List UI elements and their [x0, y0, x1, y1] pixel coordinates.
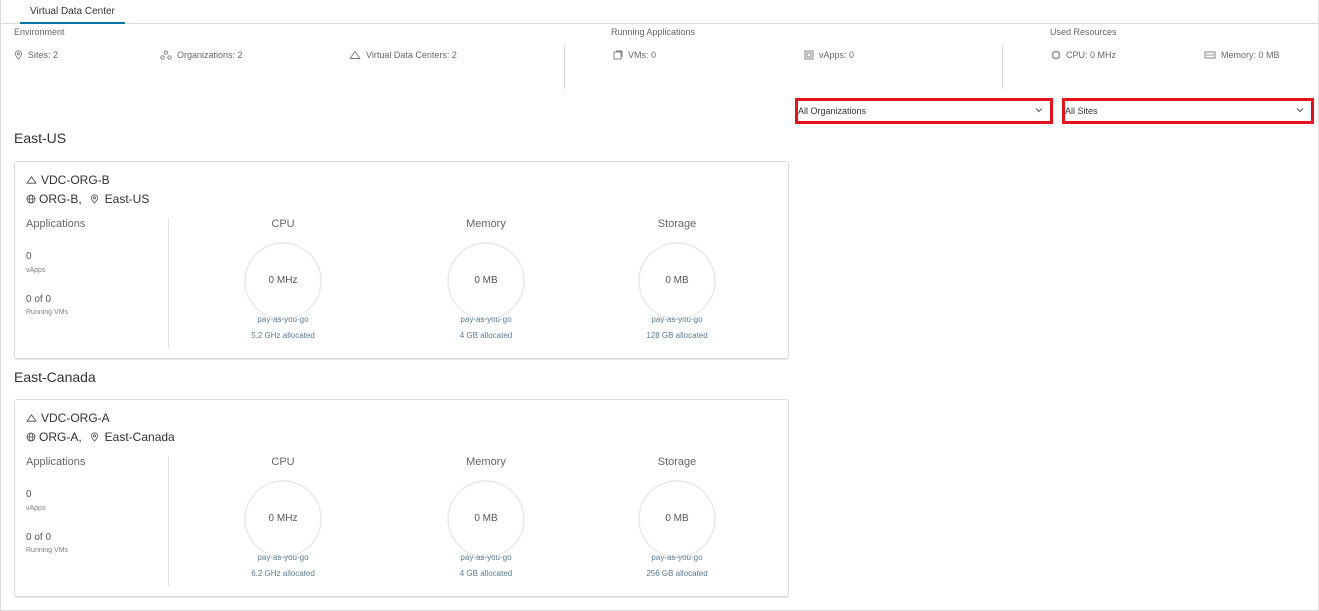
- summary-divider: [564, 45, 565, 89]
- region-title: East-US: [14, 130, 67, 146]
- storage-billing-model: pay-as-you-go: [651, 553, 703, 562]
- vapps-label: vApps: [26, 267, 46, 274]
- vdc-name: VDC-ORG-B: [26, 173, 110, 187]
- vdc-site: East-US: [90, 192, 150, 206]
- site-filter-select[interactable]: All Sites: [1062, 98, 1314, 124]
- card-divider: [168, 218, 169, 348]
- vdc-card[interactable]: VDC-ORG-B ORG-B, East-US Applications 0 …: [14, 161, 789, 359]
- tab-virtual-data-center[interactable]: Virtual Data Center: [20, 0, 125, 24]
- running-vms-label: Running VMs: [26, 309, 69, 316]
- vdc-site-label: East-US: [104, 192, 150, 206]
- cpu-heading: CPU: [271, 456, 295, 468]
- vapp-icon: [804, 50, 814, 60]
- running-vms-value: 0 of 0: [26, 294, 52, 305]
- organization-filter-select[interactable]: All Organizations: [795, 98, 1053, 124]
- cpu-heading: CPU: [271, 218, 295, 230]
- running-vms-value: 0 of 0: [26, 532, 52, 543]
- vdc-org-site: ORG-A, East-Canada: [26, 430, 175, 444]
- applications-heading: Applications: [26, 456, 86, 468]
- summary-divider: [1002, 45, 1003, 89]
- vdc-card[interactable]: VDC-ORG-A ORG-A, East-Canada Application…: [14, 399, 789, 597]
- memory-icon: [1204, 51, 1216, 59]
- tab-bar: Virtual Data Center: [1, 0, 1318, 24]
- vdc-site: East-Canada: [90, 430, 175, 444]
- storage-value: 0 MB: [665, 513, 689, 524]
- memory-metric: Memory 0 MB pay-as-you-go 4 GB allocated: [426, 218, 546, 340]
- memory-billing-model: pay-as-you-go: [460, 315, 512, 324]
- storage-metric: Storage 0 MB pay-as-you-go 256 GB alloca…: [617, 456, 737, 578]
- cpu-metric: CPU 0 MHz pay-as-you-go 6.2 GHz allocate…: [223, 456, 343, 578]
- cpu-icon: [1051, 50, 1061, 60]
- running-apps-title: Running Applications: [611, 27, 696, 37]
- memory-allocated: 4 GB allocated: [459, 569, 513, 578]
- storage-allocated: 256 GB allocated: [646, 569, 708, 578]
- running-vms-label: Running VMs: [26, 547, 69, 554]
- vapps-count: vApps: 0: [804, 50, 854, 60]
- applications-heading: Applications: [26, 218, 86, 230]
- globe-icon: [26, 194, 36, 204]
- vdcs-count-label: Virtual Data Centers: 2: [366, 50, 457, 60]
- vdc-org-site: ORG-B, East-US: [26, 192, 149, 206]
- cpu-metric: CPU 0 MHz pay-as-you-go 5.2 GHz allocate…: [223, 218, 343, 340]
- cloud-icon: [26, 414, 37, 422]
- storage-metric: Storage 0 MB pay-as-you-go 128 GB alloca…: [617, 218, 737, 340]
- memory-heading: Memory: [466, 218, 506, 230]
- vapps-value: 0: [26, 489, 32, 500]
- vm-icon: [613, 50, 623, 60]
- location-pin-icon: [90, 432, 98, 442]
- vdc-name-label: VDC-ORG-A: [41, 411, 110, 425]
- storage-heading: Storage: [657, 456, 697, 468]
- storage-heading: Storage: [657, 218, 697, 230]
- memory-usage: Memory: 0 MB: [1204, 50, 1280, 60]
- vdc-name: VDC-ORG-A: [26, 411, 110, 425]
- used-resources-title: Used Resources: [1050, 27, 1117, 37]
- vms-count-label: VMs: 0: [628, 50, 657, 60]
- vapps-count-label: vApps: 0: [819, 50, 855, 60]
- storage-billing-model: pay-as-you-go: [651, 315, 703, 324]
- cpu-value: 0 MHz: [268, 275, 298, 286]
- environment-title: Environment: [14, 27, 65, 37]
- memory-usage-label: Memory: 0 MB: [1221, 50, 1280, 60]
- site-filter-value: All Sites: [1065, 106, 1098, 116]
- location-pin-icon: [14, 50, 23, 60]
- cpu-allocated: 5.2 GHz allocated: [251, 331, 315, 340]
- cloud-icon: [26, 176, 37, 184]
- storage-allocated: 128 GB allocated: [646, 331, 708, 340]
- organization-icon: [160, 50, 172, 60]
- cpu-usage-label: CPU: 0 MHz: [1066, 50, 1117, 60]
- location-pin-icon: [90, 194, 98, 204]
- vapps-label: vApps: [26, 505, 46, 512]
- vdc-site-label: East-Canada: [104, 430, 175, 444]
- memory-billing-model: pay-as-you-go: [460, 553, 512, 562]
- vdcs-count: Virtual Data Centers: 2: [349, 50, 457, 60]
- cpu-value: 0 MHz: [268, 513, 298, 524]
- region-title: East-Canada: [14, 369, 96, 385]
- vdc-org-label: ORG-A,: [39, 430, 82, 444]
- cloud-icon: [349, 51, 361, 59]
- cpu-billing-model: pay-as-you-go: [257, 553, 309, 562]
- chevron-down-icon: [1035, 108, 1043, 113]
- organizations-count-label: Organizations: 2: [177, 50, 243, 60]
- memory-value: 0 MB: [474, 513, 498, 524]
- vms-count: VMs: 0: [613, 50, 656, 60]
- vapps-value: 0: [26, 251, 32, 262]
- memory-value: 0 MB: [474, 275, 498, 286]
- organization-filter-value: All Organizations: [798, 106, 867, 116]
- sites-count-label: Sites: 2: [28, 50, 59, 60]
- vdc-name-label: VDC-ORG-B: [41, 173, 110, 187]
- memory-allocated: 4 GB allocated: [459, 331, 513, 340]
- vdc-org-label: ORG-B,: [39, 192, 82, 206]
- globe-icon: [26, 432, 36, 442]
- card-divider: [168, 456, 169, 586]
- memory-metric: Memory 0 MB pay-as-you-go 4 GB allocated: [426, 456, 546, 578]
- cpu-allocated: 6.2 GHz allocated: [251, 569, 315, 578]
- storage-value: 0 MB: [665, 275, 689, 286]
- organizations-count: Organizations: 2: [160, 50, 243, 60]
- chevron-down-icon: [1296, 108, 1304, 113]
- dashboard-frame: Virtual Data Center Environment Sites: 2…: [0, 0, 1319, 611]
- sites-count: Sites: 2: [14, 50, 58, 60]
- memory-heading: Memory: [466, 456, 506, 468]
- cpu-usage: CPU: 0 MHz: [1051, 50, 1116, 60]
- cpu-billing-model: pay-as-you-go: [257, 315, 309, 324]
